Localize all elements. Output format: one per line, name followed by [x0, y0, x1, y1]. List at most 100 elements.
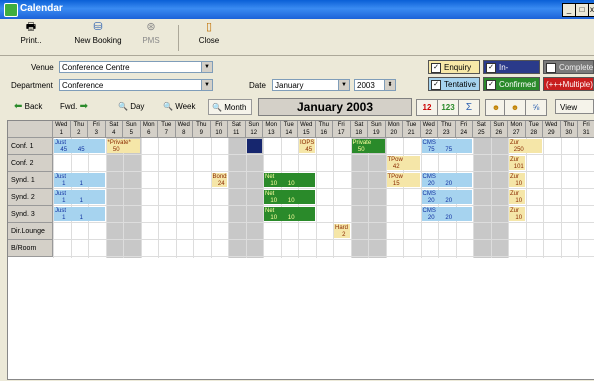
- day-header[interactable]: Fri 3: [88, 121, 106, 138]
- day-header[interactable]: Sat 18: [350, 121, 368, 138]
- confirmed-toggle[interactable]: ✓ Confirmed: [483, 77, 540, 91]
- booking-attendees: 111: [55, 215, 105, 221]
- booking-attendees: 1010: [510, 198, 525, 204]
- day-header[interactable]: Thu 9: [193, 121, 211, 138]
- day-header[interactable]: Fri 10: [210, 121, 228, 138]
- attendee-count: 250: [513, 147, 524, 153]
- booking-attendees: 101101: [510, 164, 525, 170]
- booking-block[interactable]: CMS202020: [421, 207, 472, 221]
- day-header[interactable]: Wed 22: [420, 121, 438, 138]
- booking-block[interactable]: Just111: [54, 190, 105, 204]
- day-header[interactable]: Thu 2: [70, 121, 88, 138]
- booking-block[interactable]: TPow4242: [386, 156, 420, 170]
- day-header[interactable]: Sun 19: [368, 121, 386, 138]
- venue-select[interactable]: Conference Centre ▼: [59, 61, 213, 73]
- maximize-icon[interactable]: □: [575, 3, 589, 17]
- day-number: 6: [147, 130, 151, 136]
- day-number: 1: [59, 130, 63, 136]
- day-header[interactable]: Tue 14: [280, 121, 298, 138]
- booking-block[interactable]: IOPS 45: [299, 139, 315, 153]
- day-number: 14: [285, 130, 293, 136]
- sum-icon[interactable]: Σ: [458, 99, 480, 116]
- attendee-count: 10: [270, 181, 278, 187]
- department-select[interactable]: Conference ▼: [59, 79, 213, 91]
- day-header[interactable]: Tue 28: [525, 121, 543, 138]
- booking-block[interactable]: Just111: [54, 207, 105, 221]
- print-button[interactable]: 🖶 Print..: [16, 21, 46, 45]
- month-label: Month: [224, 103, 247, 112]
- day-header[interactable]: Fri 31: [578, 121, 594, 138]
- booking-block[interactable]: [246, 139, 262, 153]
- day-view-button[interactable]: 🔍 Day: [118, 99, 144, 115]
- day-header[interactable]: Sat 25: [473, 121, 491, 138]
- week-view-button[interactable]: 🔍 Week: [163, 99, 196, 115]
- day-header[interactable]: Sat 11: [228, 121, 246, 138]
- complete-toggle[interactable]: Complete: [543, 60, 594, 74]
- month-view-button[interactable]: 🔍 Month: [208, 99, 252, 115]
- people-icon[interactable]: ☻: [504, 99, 526, 116]
- minimize-icon[interactable]: _: [562, 3, 576, 17]
- booking-block[interactable]: CMS757575: [421, 139, 472, 153]
- room-label: Synd. 1: [8, 172, 53, 189]
- booking-block[interactable]: Net101010: [264, 173, 315, 187]
- day-header[interactable]: Mon 20: [385, 121, 403, 138]
- tentative-toggle[interactable]: ✓ Tentative: [428, 77, 480, 91]
- booking-block[interactable]: TPow1515: [386, 173, 420, 187]
- day-number: 7: [164, 130, 168, 136]
- view-button[interactable]: View: [555, 99, 594, 114]
- day-number: 5: [129, 130, 133, 136]
- day-header[interactable]: Tue 21: [403, 121, 421, 138]
- in-progress-toggle[interactable]: ✓ In-Progress: [483, 60, 540, 85]
- booking-block[interactable]: Private 50: [351, 139, 385, 153]
- booking-block[interactable]: Zur1010: [509, 190, 525, 204]
- booking-block[interactable]: Bonds24: [211, 173, 227, 187]
- day-header[interactable]: Wed 29: [543, 121, 561, 138]
- day-number: 8: [182, 130, 186, 136]
- booking-block[interactable]: Zur1010: [509, 207, 525, 221]
- day-header[interactable]: Sun 26: [490, 121, 508, 138]
- column-divider: [350, 138, 352, 258]
- complete-label: Complete: [559, 63, 594, 72]
- pms-button[interactable]: ⊛ PMS: [138, 21, 164, 45]
- day-header[interactable]: Sun 5: [123, 121, 141, 138]
- booking-block[interactable]: *Private* 50: [106, 139, 140, 153]
- day-header[interactable]: Sun 12: [245, 121, 263, 138]
- booking-block[interactable]: Net101010: [264, 190, 315, 204]
- calendar-12-icon[interactable]: 12: [416, 99, 438, 116]
- booking-block[interactable]: CMS202020: [421, 190, 472, 204]
- date-year-stepper[interactable]: 2003 ⬍: [354, 79, 396, 91]
- booking-block[interactable]: Zur101101: [509, 156, 525, 170]
- calendar-123-icon[interactable]: 123: [437, 99, 459, 116]
- booking-block[interactable]: Hard 2: [334, 224, 350, 238]
- booking-block[interactable]: Just111: [54, 173, 105, 187]
- day-header[interactable]: Fri 17: [333, 121, 351, 138]
- day-header[interactable]: Thu 16: [315, 121, 333, 138]
- day-header[interactable]: Wed 15: [298, 121, 316, 138]
- date-month-select[interactable]: January ▼: [272, 79, 350, 91]
- day-header[interactable]: Sat 4: [105, 121, 123, 138]
- day-header[interactable]: Wed 8: [175, 121, 193, 138]
- day-header[interactable]: Thu 23: [438, 121, 456, 138]
- new-booking-button[interactable]: ⛁ New Booking: [68, 21, 128, 45]
- close-button[interactable]: ▯ Close: [196, 21, 222, 45]
- booking-block[interactable]: CMS202020: [421, 173, 472, 187]
- booking-block[interactable]: Zur1010: [509, 173, 525, 187]
- booking-block[interactable]: Just454545: [54, 139, 105, 153]
- day-header[interactable]: Thu 30: [560, 121, 578, 138]
- day-header[interactable]: Mon 13: [263, 121, 281, 138]
- booking-attendees: 101010: [265, 181, 315, 187]
- close-window-icon[interactable]: x: [588, 3, 594, 17]
- column-divider: [315, 138, 317, 258]
- day-header[interactable]: Tue 7: [158, 121, 176, 138]
- day-header[interactable]: Mon 6: [140, 121, 158, 138]
- forward-button[interactable]: Fwd. ➡: [60, 99, 88, 115]
- pms-label: PMS: [142, 36, 160, 45]
- booking-block[interactable]: Zur250250: [509, 139, 542, 153]
- booking-block[interactable]: Net101010: [264, 207, 315, 221]
- day-header[interactable]: Mon 27: [508, 121, 526, 138]
- day-header[interactable]: Wed 1: [53, 121, 71, 138]
- back-button[interactable]: ⬅ Back: [14, 99, 42, 115]
- fraction-icon[interactable]: ⅝: [525, 99, 547, 116]
- enquiry-toggle[interactable]: ✓ Enquiry: [428, 60, 480, 74]
- day-header[interactable]: Fri 24: [455, 121, 473, 138]
